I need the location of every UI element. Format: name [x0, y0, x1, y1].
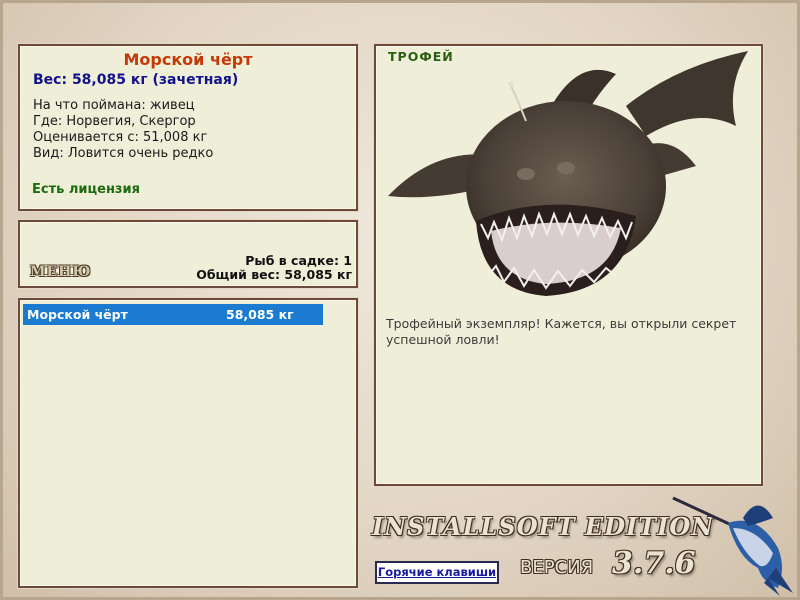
marlin-logo — [672, 496, 793, 596]
fish-name: Морской чёрт — [123, 50, 253, 69]
fish-weight: Вес: 58,085 кг (зачетная) — [33, 72, 239, 88]
summary-panel: МЕНЮ Рыб в садке: 1 Общий вес: 58,085 кг — [18, 220, 358, 288]
license-status: Есть лицензия — [32, 182, 140, 197]
hotkeys-button[interactable]: Горячие клавиши — [375, 561, 499, 584]
bait-info: На что поймана: живец — [33, 98, 195, 113]
total-weight: Общий вес: 58,085 кг — [196, 267, 352, 282]
list-item-weight: 58,085 кг — [226, 307, 294, 322]
menu-button[interactable]: МЕНЮ — [30, 264, 91, 280]
anglerfish-photo — [388, 51, 748, 296]
location-info: Где: Норвегия, Скергор — [33, 114, 196, 129]
valued-from-info: Оценивается с: 51,008 кг — [33, 130, 208, 145]
version-label: ВЕРСИЯ — [520, 557, 594, 578]
catch-list[interactable]: Морской чёрт 58,085 кг — [18, 298, 358, 588]
fish-info-panel: Морской чёрт Вес: 58,085 кг (зачетная) Н… — [18, 44, 358, 211]
list-item-name: Морской чёрт — [27, 307, 128, 322]
edition-logo: INSTALLSOFT EDITION — [372, 512, 715, 541]
trophy-panel: ТРОФЕЙ Трофейный экземпляр! Кажется, вы … — [374, 44, 763, 486]
fish-count: Рыб в садке: 1 — [245, 253, 352, 268]
list-item[interactable]: Морской чёрт 58,085 кг — [23, 304, 323, 325]
rarity-info: Вид: Ловится очень редко — [33, 146, 214, 161]
trophy-message: Трофейный экземпляр! Кажется, вы открыли… — [386, 316, 737, 347]
